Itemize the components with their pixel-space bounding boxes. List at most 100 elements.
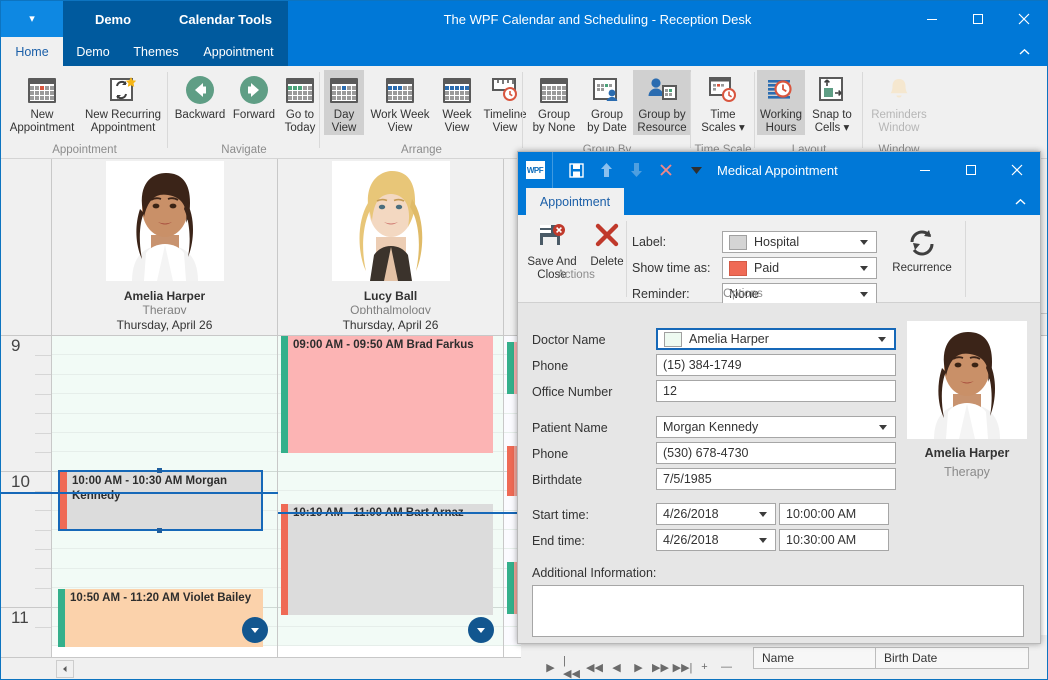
tab-themes[interactable]: Themes <box>123 37 189 66</box>
work-week-view-button[interactable]: Work Week View <box>366 70 434 135</box>
appointment-violet-bailey[interactable]: 10:50 AM - 11:20 AM Violet Bailey <box>58 589 263 647</box>
go-to-today-label-line2: Today <box>285 122 316 135</box>
dialog-maximize-icon[interactable] <box>948 152 994 188</box>
new-appointment-label-line2: Appointment <box>10 122 75 135</box>
doctor-card: Amelia Harper Therapy <box>898 321 1036 479</box>
collapse-ribbon-icon[interactable] <box>1009 37 1039 66</box>
next-item-icon[interactable] <box>621 152 651 188</box>
group-by-none-button[interactable]: Group by None <box>527 70 581 135</box>
chevron-down-icon[interactable]: ▾ <box>29 14 35 25</box>
record-navigator[interactable]: ▶ |◀◀ ◀◀ ◀ ▶ ▶▶ ▶▶| + — <box>521 657 736 677</box>
tab-home[interactable]: Home <box>1 37 63 66</box>
delete-button[interactable]: Delete <box>584 219 630 269</box>
amelia-harper-photo <box>907 321 1027 439</box>
snap-to-cells-button[interactable]: Snap to Cells ▾ <box>807 70 857 135</box>
end-time-input[interactable]: 10:30:00 AM <box>779 529 889 551</box>
calendar-column-amelia[interactable]: 10:00 AM - 10:30 AM Morgan Kennedy 10:50… <box>52 336 278 657</box>
start-date-value: 4/26/2018 <box>663 507 719 521</box>
office-number-input[interactable]: 12 <box>656 380 896 402</box>
resource-column-amelia-harper[interactable]: Amelia Harper Therapy <box>52 159 278 314</box>
more-appointments-down-icon[interactable] <box>468 617 494 643</box>
recurrence-button[interactable]: Recurrence <box>886 223 958 274</box>
birthdate-input[interactable]: 7/5/1985 <box>656 468 896 490</box>
nav-first-icon[interactable]: |◀◀ <box>563 658 582 676</box>
minimize-icon[interactable] <box>909 1 955 37</box>
wpf-logo-text: WPF <box>526 161 545 179</box>
column-header-name[interactable]: Name <box>754 648 876 668</box>
nav-fast-back-icon[interactable]: ◀◀ <box>585 658 604 676</box>
patients-data-grid[interactable]: Name Birth Date <box>753 647 1029 669</box>
resize-handle-top[interactable] <box>157 468 162 473</box>
tab-appointment[interactable]: Appointment <box>526 188 624 215</box>
end-date-value: 4/26/2018 <box>663 533 719 547</box>
delete-x-icon <box>591 219 623 254</box>
go-to-today-button[interactable]: Go to Today <box>280 70 320 135</box>
tab-demo[interactable]: Demo <box>63 37 123 66</box>
timeline-view-label-line2: View <box>493 122 518 135</box>
nav-fast-forward-icon[interactable]: ▶▶ <box>651 658 670 676</box>
group-by-resource-button[interactable]: Group by Resource <box>633 70 691 135</box>
new-appointment-button[interactable]: New Appointment <box>7 70 77 135</box>
reminders-window-button[interactable]: Reminders Window <box>865 70 933 135</box>
nav-prev-icon[interactable]: ◀ <box>607 658 626 676</box>
dialog-collapse-ribbon-icon[interactable] <box>1010 188 1030 215</box>
working-hours-button[interactable]: Working Hours <box>757 70 805 135</box>
nav-play-icon[interactable]: ▶ <box>541 658 560 676</box>
previous-item-icon[interactable] <box>591 152 621 188</box>
new-recurring-label-line2: Appointment <box>91 122 156 135</box>
start-time-input[interactable]: 10:00:00 AM <box>779 503 889 525</box>
end-date-picker[interactable]: 4/26/2018 <box>656 529 776 551</box>
week-view-button[interactable]: Week View <box>436 70 478 135</box>
appointment-brad-farkus[interactable]: 09:00 AM - 09:50 AM Brad Farkus <box>281 336 493 453</box>
resource-column-lucy-ball[interactable]: Lucy Ball Ophthalmology <box>278 159 504 314</box>
save-and-close-icon <box>536 219 568 254</box>
dialog-close-icon[interactable] <box>994 152 1040 188</box>
save-icon[interactable] <box>561 152 591 188</box>
day-view-button[interactable]: Day View <box>324 70 364 135</box>
dialog-title-bar: WPF <box>518 152 1040 188</box>
nav-add-icon[interactable]: + <box>695 658 714 676</box>
appointment-bart-arnaz[interactable]: 10:10 AM - 11:00 AM Bart Arnaz <box>281 504 493 615</box>
scroll-left-icon[interactable] <box>56 660 74 678</box>
appointment-category-stripe <box>58 589 65 647</box>
nav-last-icon[interactable]: ▶▶| <box>673 658 692 676</box>
nav-remove-icon[interactable]: — <box>717 658 736 676</box>
doctor-phone-input[interactable]: (15) 384-1749 <box>656 354 896 376</box>
title-bar: ▾ Demo Calendar Tools The WPF Calendar a… <box>1 1 1047 37</box>
more-appointments-down-icon[interactable] <box>242 617 268 643</box>
appointment-category-stripe <box>507 562 514 614</box>
calendar-column-lucy[interactable]: 09:00 AM - 09:50 AM Brad Farkus 10:10 AM… <box>278 336 504 657</box>
patient-phone-input[interactable]: (530) 678-4730 <box>656 442 896 464</box>
label-combobox[interactable]: Hospital <box>722 231 877 253</box>
maximize-icon[interactable] <box>955 1 1001 37</box>
doctor-color-swatch <box>664 332 682 347</box>
time-scales-button[interactable]: Time Scales ▾ <box>695 70 751 135</box>
day-header-amelia[interactable]: Thursday, April 26 <box>52 314 278 336</box>
delete-icon[interactable] <box>651 152 681 188</box>
backward-button[interactable]: Backward <box>172 70 228 122</box>
column-header-birth-date[interactable]: Birth Date <box>876 648 1001 668</box>
patient-name-label: Patient Name <box>532 421 608 435</box>
new-recurring-appointment-button[interactable]: New Recurring Appointment <box>79 70 167 135</box>
patient-phone-label: Phone <box>532 447 568 461</box>
dialog-minimize-icon[interactable] <box>902 152 948 188</box>
application-window: ▾ Demo Calendar Tools The WPF Calendar a… <box>0 0 1048 680</box>
start-date-picker[interactable]: 4/26/2018 <box>656 503 776 525</box>
doctor-name-combobox[interactable]: Amelia Harper <box>656 328 896 350</box>
group-by-date-button[interactable]: Group by Date <box>581 70 633 135</box>
quick-access-toolbar[interactable]: ▾ <box>1 1 63 37</box>
forward-button[interactable]: Forward <box>228 70 280 122</box>
patient-name-combobox[interactable]: Morgan Kennedy <box>656 416 896 438</box>
close-icon[interactable] <box>1001 1 1047 37</box>
additional-information-textarea[interactable] <box>532 585 1024 637</box>
group-by-date-label-line2: by Date <box>587 122 627 135</box>
end-time-value: 10:30:00 AM <box>786 533 856 547</box>
customize-quick-access-toolbar-icon[interactable] <box>681 152 711 188</box>
day-header-lucy[interactable]: Thursday, April 26 <box>278 314 504 336</box>
resize-handle-bottom[interactable] <box>157 528 162 533</box>
nav-next-icon[interactable]: ▶ <box>629 658 648 676</box>
show-time-as-combobox[interactable]: Paid <box>722 257 877 279</box>
tab-appointment[interactable]: Appointment <box>189 37 288 66</box>
appointment-morgan-kennedy[interactable]: 10:00 AM - 10:30 AM Morgan Kennedy <box>58 470 263 531</box>
appointment-category-stripe <box>507 446 514 496</box>
